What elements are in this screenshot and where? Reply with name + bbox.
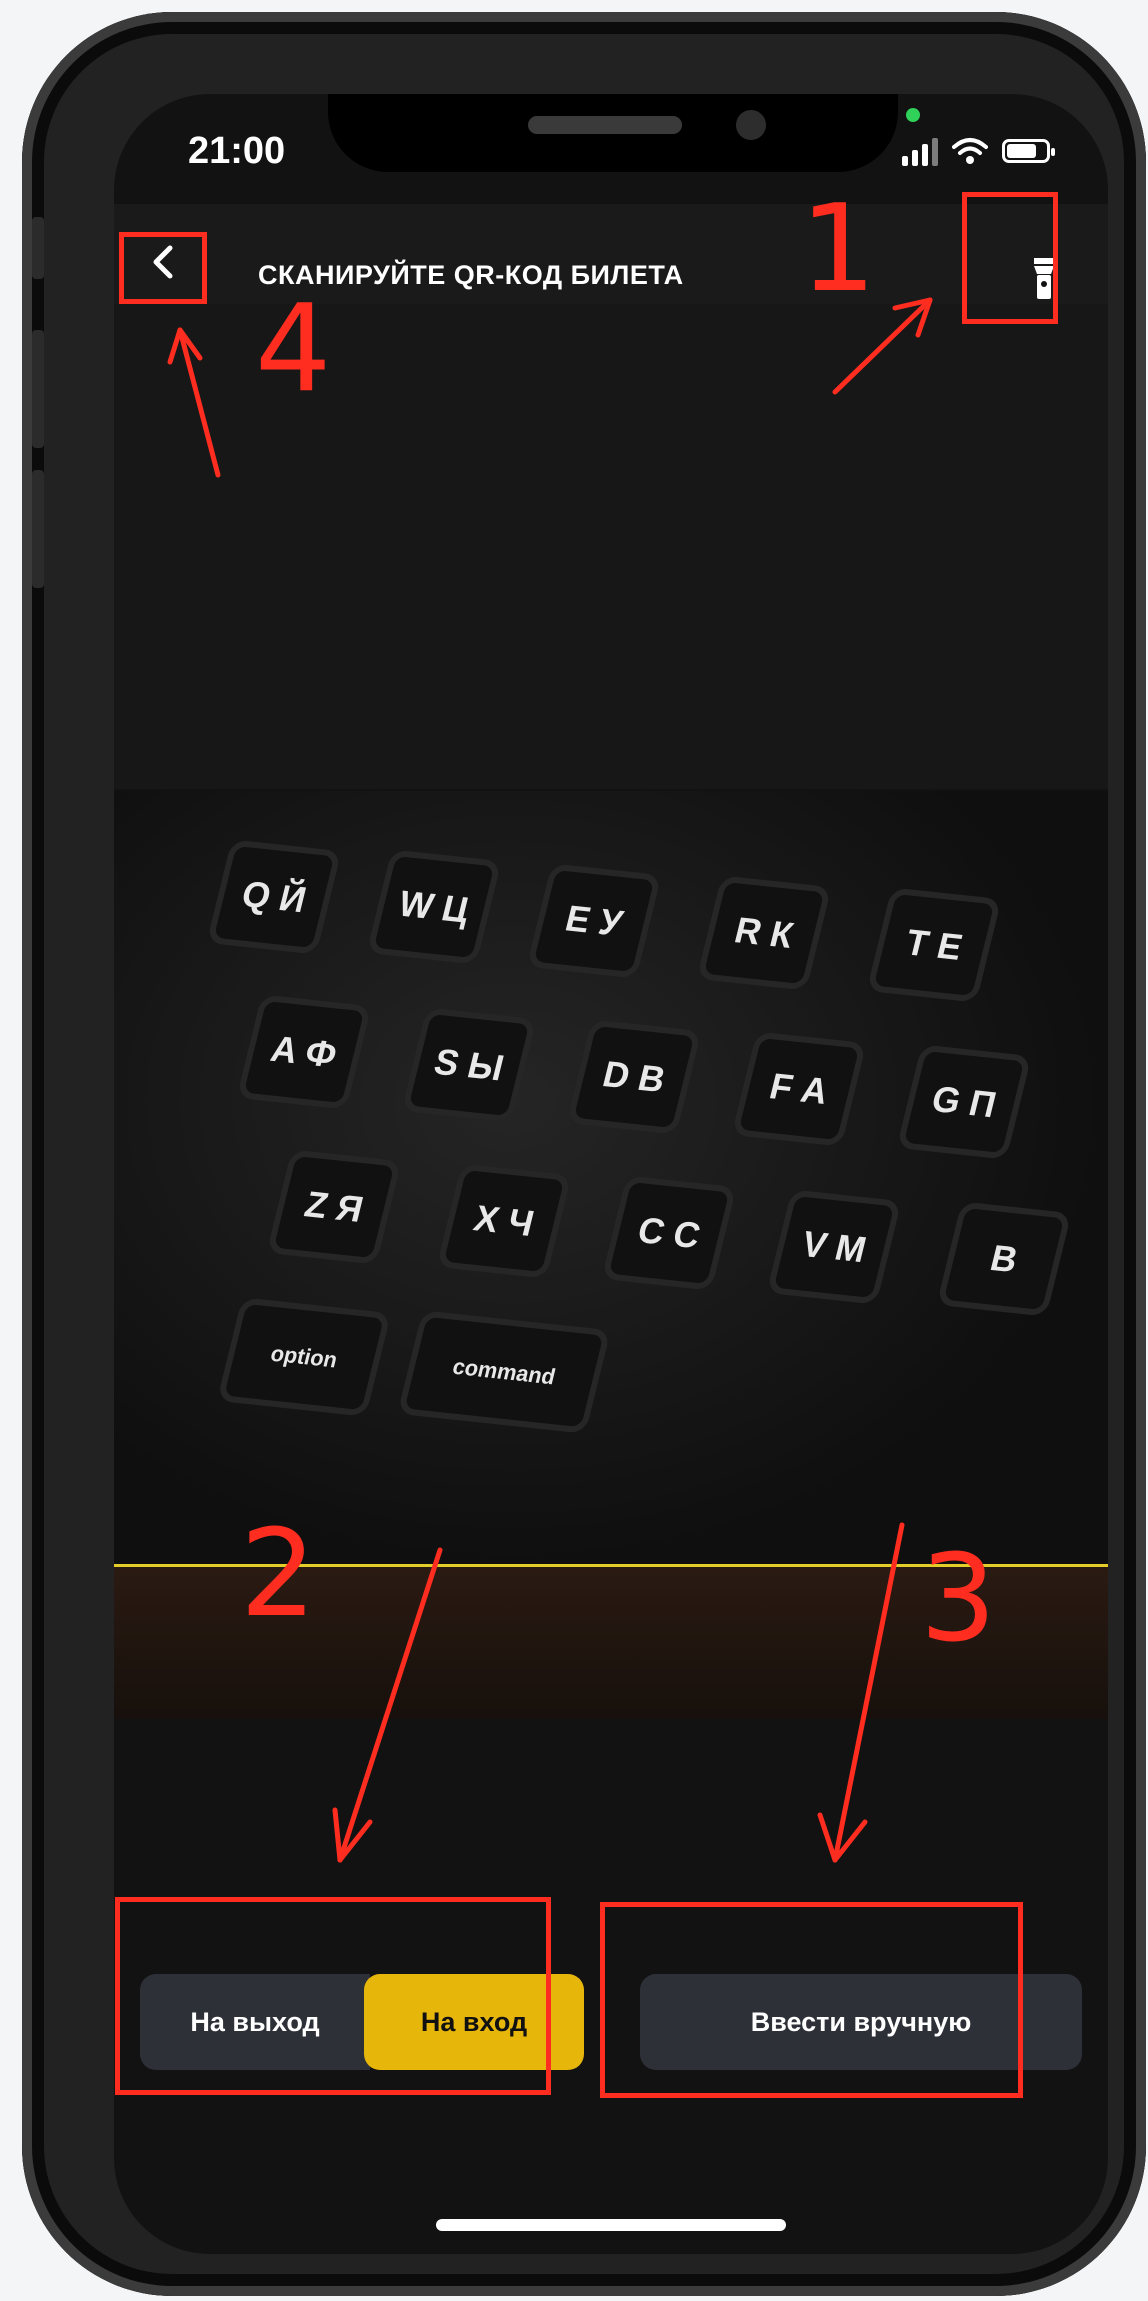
annotation-arrows [167, 297, 933, 1863]
